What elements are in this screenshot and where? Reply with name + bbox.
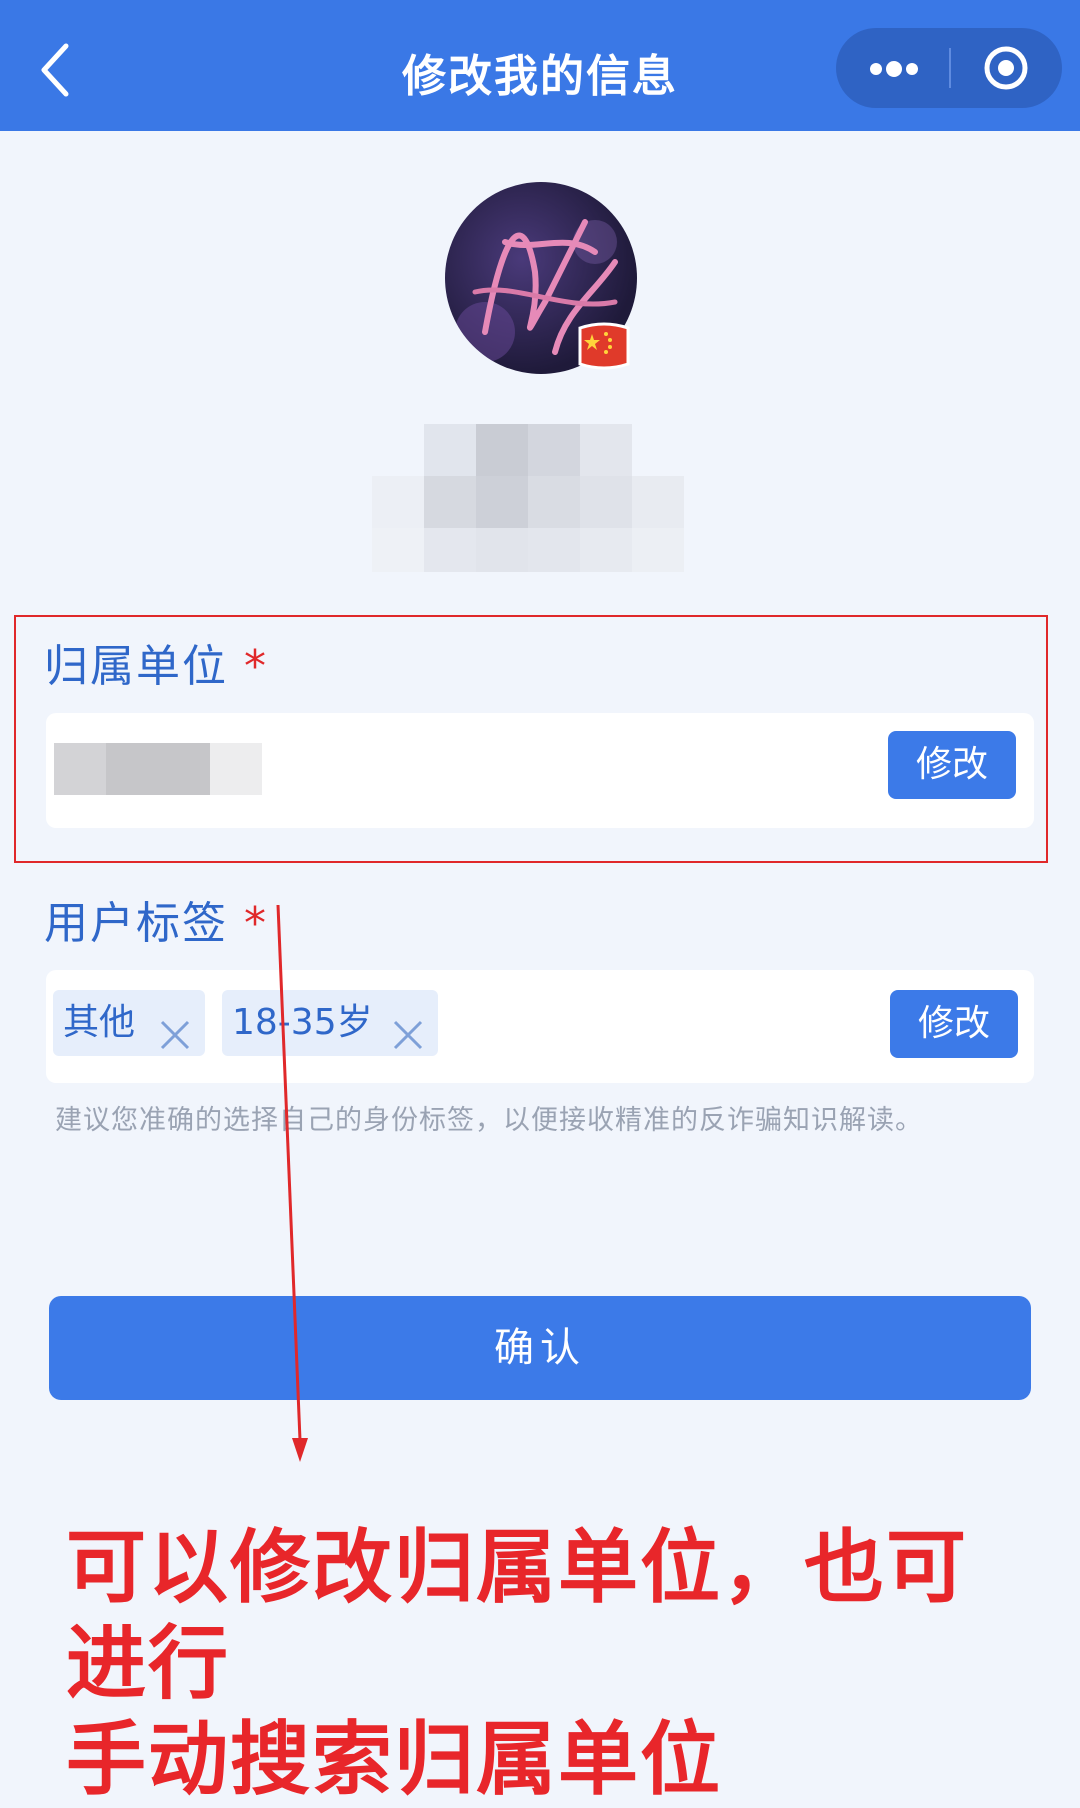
confirm-button[interactable]: 确认 <box>49 1296 1031 1400</box>
capsule-divider <box>949 48 951 88</box>
blurred-affiliation <box>54 743 106 795</box>
user-tags-field: 其他 18-35岁 修改 <box>46 970 1034 1083</box>
affiliation-field[interactable]: 修改 <box>46 713 1034 828</box>
tag-chip: 其他 <box>53 990 205 1056</box>
affiliation-label: 归属单位 * <box>44 641 268 692</box>
tag-text: 18-35岁 <box>232 1002 373 1043</box>
tag-text: 其他 <box>63 1002 136 1043</box>
remove-tag-icon[interactable] <box>392 1007 424 1050</box>
annotation-line-1: 可以修改归属单位，也可进行 <box>66 1521 968 1710</box>
annotation-line-2: 手动搜索归属单位 <box>66 1713 722 1806</box>
mini-program-capsule <box>836 28 1062 108</box>
user-tags-label: 用户标签 * <box>44 898 268 949</box>
tag-chip: 18-35岁 <box>222 990 438 1056</box>
tags-hint-text: 建议您准确的选择自己的身份标签，以便接收精准的反诈骗知识解读。 <box>55 1105 923 1136</box>
china-flag-badge-icon <box>576 320 632 372</box>
close-target-icon[interactable] <box>952 28 1062 108</box>
modify-tags-button[interactable]: 修改 <box>890 990 1018 1058</box>
modify-affiliation-button[interactable]: 修改 <box>888 731 1016 799</box>
remove-tag-icon[interactable] <box>159 1007 191 1050</box>
blurred-nickname <box>372 424 690 574</box>
nav-bar: 修改我的信息 <box>0 0 1080 131</box>
annotation-caption: 可以修改归属单位，也可进行 手动搜索归属单位 <box>66 1520 1046 1808</box>
more-icon[interactable] <box>836 28 948 108</box>
